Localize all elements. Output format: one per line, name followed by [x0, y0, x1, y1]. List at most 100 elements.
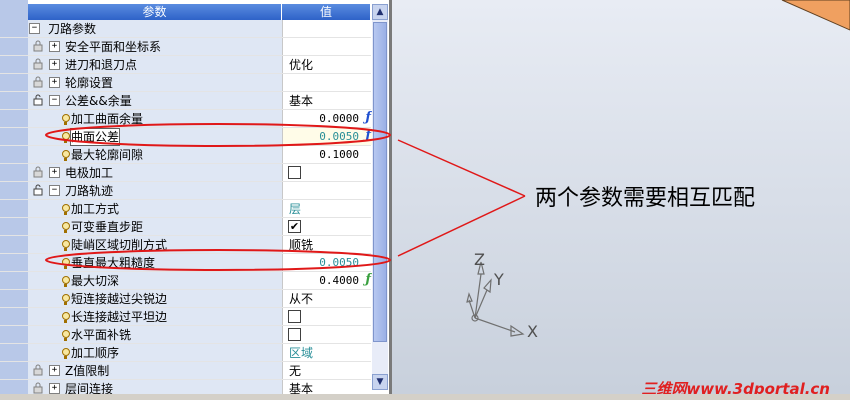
table-row[interactable]: 加工方式 层 [0, 200, 372, 218]
bulb-icon [62, 348, 70, 359]
row-value[interactable]: 层 [289, 201, 301, 217]
bulb-icon [62, 114, 70, 125]
scroll-down-button[interactable]: ▼ [372, 374, 388, 390]
row-label: 水平面补铣 [71, 328, 132, 342]
table-row[interactable]: + 轮廓设置 [0, 74, 372, 92]
row-value[interactable]: 从不 [289, 291, 313, 307]
part-edge [781, 0, 850, 31]
row-value[interactable]: 0.1000 [319, 147, 359, 163]
scroll-up-button[interactable]: ▲ [372, 4, 388, 20]
lock-open-icon [33, 184, 43, 196]
table-row[interactable]: − 公差&&余量 基本 [0, 92, 372, 110]
expand-toggle-icon[interactable]: + [49, 59, 60, 70]
lock-icon [33, 166, 43, 178]
row-value[interactable]: 0.0050 [319, 255, 359, 271]
table-row[interactable]: + Z值限制 无 [0, 362, 372, 380]
row-label: 垂直最大粗糙度 [71, 256, 156, 270]
row-label: 加工顺序 [71, 346, 120, 360]
column-header-param[interactable]: 参数 [28, 4, 282, 20]
table-row[interactable]: + 进刀和退刀点 优化 [0, 56, 372, 74]
bulb-icon [62, 312, 70, 323]
flat-area-checkbox[interactable] [288, 328, 301, 341]
collapse-toggle-icon[interactable]: − [29, 23, 40, 34]
expand-toggle-icon[interactable]: + [49, 167, 60, 178]
row-value[interactable]: 0.0050 [319, 129, 359, 145]
table-row[interactable]: 最大轮廓间隙 0.1000 [0, 146, 372, 164]
row-value[interactable]: 基本 [289, 93, 313, 109]
table-row[interactable]: + 电极加工 [0, 164, 372, 182]
row-value[interactable]: 0.4000 [319, 273, 359, 289]
collapse-toggle-icon[interactable]: − [49, 95, 60, 106]
scroll-thumb[interactable] [373, 22, 387, 342]
long-link-checkbox[interactable] [288, 310, 301, 323]
status-strip [0, 394, 850, 400]
table-row[interactable]: 加工顺序 区域 [0, 344, 372, 362]
bulb-icon [62, 276, 70, 287]
row-value[interactable]: 优化 [289, 57, 313, 73]
row-value[interactable]: 无 [289, 363, 301, 379]
table-row[interactable]: − 刀路参数 [0, 20, 372, 38]
column-header-value[interactable]: 值 [282, 4, 371, 20]
electrode-checkbox[interactable] [288, 166, 301, 179]
bulb-icon [62, 258, 70, 269]
bulb-icon [62, 204, 70, 215]
row-label: Z值限制 [65, 364, 110, 378]
table-row[interactable]: 垂直最大粗糙度 0.0050 [0, 254, 372, 272]
expand-toggle-icon[interactable]: + [49, 365, 60, 376]
table-row[interactable]: 陡峭区域切削方式 顺铣 [0, 236, 372, 254]
row-label: 最大轮廓间隙 [71, 148, 144, 162]
bulb-icon [62, 330, 70, 341]
vertical-scrollbar[interactable]: ▲ ▼ [372, 4, 388, 390]
row-label: 可变垂直步距 [71, 220, 144, 234]
lock-icon [33, 364, 43, 376]
formula-icon[interactable]: ƒ [365, 272, 371, 287]
bulb-icon [62, 240, 70, 251]
table-row[interactable]: 长连接越过平坦边 [0, 308, 372, 326]
row-label: 轮廓设置 [65, 76, 114, 90]
row-label: 刀路轨迹 [65, 184, 114, 198]
row-label-selected: 曲面公差 [69, 128, 121, 146]
parameter-table-header: 参数 值 [28, 4, 371, 20]
table-row[interactable]: 加工曲面余量 0.0000 ƒ [0, 110, 372, 128]
bulb-icon [62, 294, 70, 305]
lock-icon [33, 40, 43, 52]
row-value[interactable]: 0.0000 [319, 111, 359, 127]
row-label: 陡峭区域切削方式 [71, 238, 168, 252]
lock-icon [33, 58, 43, 70]
row-value[interactable]: 顺铣 [289, 237, 313, 253]
parameter-panel: 参数 值 − 刀路参数 + 安全平面和坐标系 + 进刀和退刀点 优化 + 轮廓设… [0, 0, 392, 398]
axis-y-label: Y [494, 270, 504, 289]
row-label: 最大切深 [71, 274, 120, 288]
lock-icon [33, 76, 43, 88]
row-label: 刀路参数 [48, 22, 97, 36]
bulb-icon [62, 132, 70, 143]
table-row[interactable]: + 安全平面和坐标系 [0, 38, 372, 56]
table-row[interactable]: 短连接越过尖锐边 从不 [0, 290, 372, 308]
bulb-icon [62, 150, 70, 161]
row-label: 进刀和退刀点 [65, 58, 138, 72]
bulb-icon [62, 222, 70, 233]
table-row[interactable]: − 刀路轨迹 [0, 182, 372, 200]
expand-toggle-icon[interactable]: + [49, 383, 60, 394]
lock-icon [33, 382, 43, 394]
expand-toggle-icon[interactable]: + [49, 77, 60, 88]
row-label: 加工曲面余量 [71, 112, 144, 126]
row-label: 长连接越过平坦边 [71, 310, 168, 324]
parameter-rows: − 刀路参数 + 安全平面和坐标系 + 进刀和退刀点 优化 + 轮廓设置 − 公… [0, 20, 372, 398]
row-value[interactable]: 区域 [289, 345, 313, 361]
formula-icon[interactable]: ƒ [365, 110, 371, 125]
variable-stepdown-checkbox[interactable]: ✔ [288, 220, 301, 233]
formula-icon[interactable]: ƒ [365, 128, 371, 143]
row-label: 安全平面和坐标系 [65, 40, 162, 54]
table-row[interactable]: 可变垂直步距 ✔ [0, 218, 372, 236]
table-row[interactable]: 水平面补铣 [0, 326, 372, 344]
row-label: 电极加工 [65, 166, 114, 180]
expand-toggle-icon[interactable]: + [49, 41, 60, 52]
row-label: 短连接越过尖锐边 [71, 292, 168, 306]
row-label: 加工方式 [71, 202, 120, 216]
table-row[interactable]: 曲面公差 0.0050 ƒ [0, 128, 372, 146]
table-row[interactable]: 最大切深 0.4000 ƒ [0, 272, 372, 290]
annotation-text: 两个参数需要相互匹配 [535, 186, 756, 211]
axis-x-label: X [527, 322, 538, 341]
collapse-toggle-icon[interactable]: − [49, 185, 60, 196]
